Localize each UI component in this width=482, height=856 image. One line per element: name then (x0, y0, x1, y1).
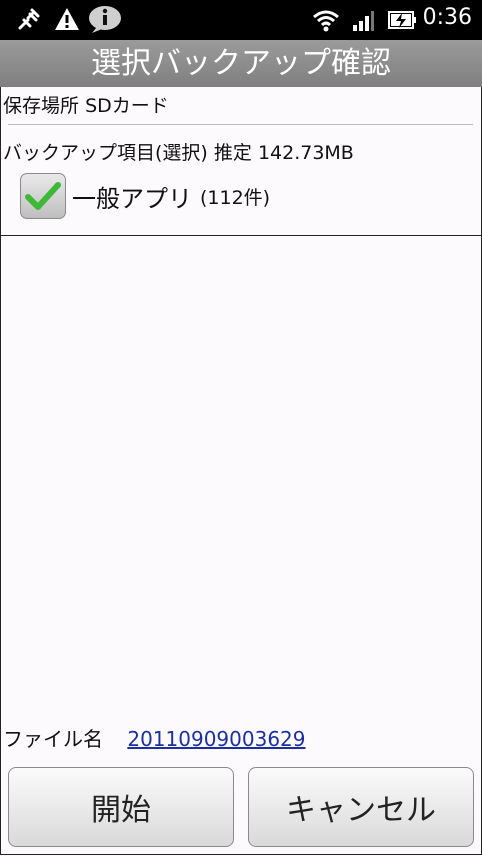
general-apps-checkbox[interactable] (20, 173, 66, 219)
general-apps-row[interactable]: 一般アプリ (112件) (20, 172, 270, 220)
storage-location-value: SDカード (85, 95, 169, 117)
usb-debug-icon (16, 6, 42, 36)
general-apps-label: 一般アプリ (72, 184, 192, 213)
backup-items-summary: バックアップ項目(選択) 推定 142.73MB (3, 138, 354, 165)
page-title: 選択バックアップ確認 (0, 40, 482, 87)
storage-location-label: 保存場所 (3, 95, 80, 117)
estimate-value: 142.73MB (257, 142, 354, 164)
info-icon (88, 4, 122, 38)
file-name-label: ファイル名 (3, 727, 103, 751)
start-button[interactable]: 開始 (8, 767, 234, 847)
wifi-icon (312, 8, 340, 36)
signal-icon (352, 10, 374, 36)
divider (8, 124, 473, 125)
status-bar: 0:36 (0, 0, 482, 40)
cancel-button[interactable]: キャンセル (248, 767, 474, 847)
backup-items-label: バックアップ項目(選択) (3, 142, 208, 164)
general-apps-count: (112件) (200, 186, 271, 209)
warning-icon (54, 6, 80, 36)
estimate-label: 推定 (213, 142, 252, 164)
checkmark-icon (25, 182, 61, 210)
battery-charging-icon (388, 9, 418, 35)
clock: 0:36 (422, 5, 472, 30)
divider (0, 235, 482, 236)
file-name-row: ファイル名 20110909003629 (3, 723, 306, 752)
storage-location: 保存場所 SDカード (3, 91, 169, 118)
file-name-link[interactable]: 20110909003629 (127, 727, 305, 751)
